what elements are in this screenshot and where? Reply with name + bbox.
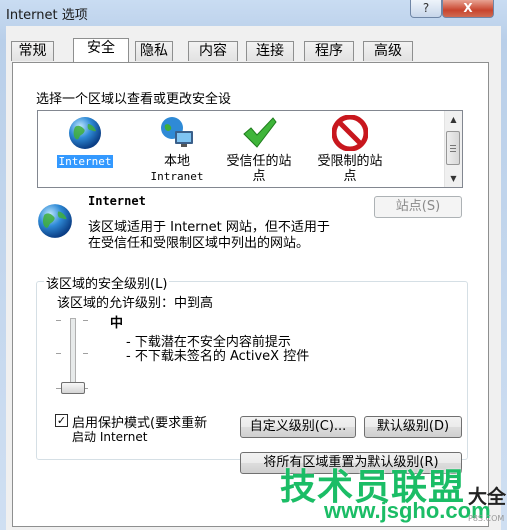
checkmark-icon	[241, 115, 277, 151]
zone-local-intranet-label-2: Intranet	[150, 170, 204, 183]
tab-connections[interactable]: 连接	[246, 41, 294, 61]
zone-internet[interactable]: Internet	[45, 111, 125, 169]
title-bar[interactable]: Internet 选项 ? X	[0, 0, 507, 26]
globe-icon	[67, 115, 103, 151]
zone-select-prompt: 选择一个区域以查看或更改安全设	[36, 92, 232, 107]
security-level-group-label: 该区域的安全级别(L)	[44, 273, 170, 292]
zone-description-line2: 在受信任和受限制区域中列出的网站。	[88, 236, 310, 251]
zone-restricted-sites-label-2: 点	[343, 169, 357, 184]
help-button[interactable]: ?	[410, 0, 442, 18]
security-slider-track[interactable]	[70, 318, 76, 388]
sites-button[interactable]: 站点(S)	[374, 196, 462, 218]
zone-title: Internet	[88, 194, 146, 208]
tab-security[interactable]: 安全	[73, 38, 129, 62]
zone-trusted-sites[interactable]: 受信任的站 点	[219, 111, 299, 184]
window-title: Internet 选项	[6, 8, 88, 23]
intranet-icon	[159, 115, 195, 151]
zone-restricted-sites-label: 受限制的站	[317, 154, 383, 169]
zone-globe-large-icon	[36, 202, 74, 243]
protected-mode-checkbox[interactable]: ✓	[55, 414, 68, 427]
watermark-url: www.jsgho.com	[324, 498, 491, 523]
close-button[interactable]: X	[442, 0, 494, 18]
tab-programs[interactable]: 程序	[304, 41, 354, 61]
default-level-button[interactable]: 默认级别(D)	[364, 416, 462, 438]
scroll-down-icon[interactable]: ▼	[445, 170, 462, 187]
zone-internet-label: Internet	[56, 155, 114, 168]
security-slider-thumb[interactable]	[61, 382, 85, 394]
zone-local-intranet[interactable]: 本地 Intranet	[137, 111, 217, 184]
zone-list[interactable]: Internet 本地 Intranet 受信任的站 点 受限制的站 点 ▲ ▼	[37, 110, 463, 188]
scroll-thumb[interactable]	[446, 131, 460, 165]
allowed-level-label: 该区域的允许级别：中到高	[57, 296, 214, 311]
zone-trusted-sites-label: 受信任的站	[226, 154, 292, 169]
zone-local-intranet-label: 本地	[163, 154, 190, 169]
tab-privacy[interactable]: 隐私	[135, 41, 173, 61]
zone-trusted-sites-label-2: 点	[252, 169, 266, 184]
security-level-bullet-2: - 不下载未签名的 ActiveX 控件	[126, 349, 310, 364]
protected-mode-label-line2: 启动 Internet	[72, 430, 148, 444]
tab-content[interactable]: 内容	[188, 41, 238, 61]
tab-general[interactable]: 常规	[11, 41, 54, 61]
watermark-small-text: P8S.COM	[468, 514, 505, 523]
security-level-name: 中	[110, 316, 124, 331]
no-entry-icon	[331, 114, 369, 152]
scroll-up-icon[interactable]: ▲	[445, 111, 462, 128]
tab-advanced[interactable]: 高级	[363, 41, 413, 61]
custom-level-button[interactable]: 自定义级别(C)...	[240, 416, 356, 438]
zone-list-scrollbar[interactable]: ▲ ▼	[444, 111, 462, 187]
zone-restricted-sites[interactable]: 受限制的站 点	[310, 111, 390, 184]
